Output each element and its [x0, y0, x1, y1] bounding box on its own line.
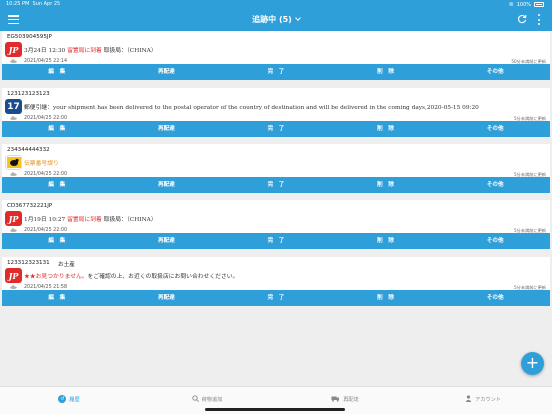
delete-button[interactable]: 削 除: [331, 177, 441, 193]
other-button[interactable]: その他: [440, 64, 550, 80]
page-title: 追跡中 (5): [252, 15, 292, 24]
tracking-number: 123123123123: [7, 91, 50, 97]
battery-percent: 100%: [516, 1, 531, 8]
tab-label: アカウント: [475, 397, 501, 403]
status-text: 1月19日 10:27 留置局に到着 取扱局：（CHINA）: [24, 214, 157, 223]
memo-text: お土産: [58, 262, 75, 268]
tab-label: 荷物追加: [201, 397, 223, 403]
status-main: ★★お見つかりません。: [24, 274, 88, 280]
status-time: 1月19日 10:27: [24, 217, 68, 223]
edit-button[interactable]: 編 集: [2, 290, 112, 306]
cloud-icon: [10, 172, 17, 176]
status-time: 10:25 PM Sun Apr 25: [6, 1, 61, 7]
tab-person[interactable]: アカウント: [414, 387, 552, 414]
tab-label: 再配達: [343, 397, 359, 403]
cloud-icon: [10, 228, 17, 232]
status-main: 留置局に到着: [67, 217, 102, 223]
complete-button[interactable]: 完 了: [221, 290, 331, 306]
other-button[interactable]: その他: [440, 290, 550, 306]
cloud-icon: [10, 116, 17, 120]
edit-button[interactable]: 編 集: [2, 64, 112, 80]
redelivery-button[interactable]: 再配達: [112, 121, 222, 137]
chevron-down-icon: [294, 15, 301, 21]
tracking-number: 123312323131: [7, 260, 50, 266]
status-main: 郵便引継：your shipment has been delivered to…: [24, 105, 479, 111]
tracking-number: CD367732221JP: [7, 203, 53, 209]
japan-post-logo-icon: JP: [5, 268, 22, 283]
yamato-logo-icon: [5, 155, 22, 170]
complete-button[interactable]: 完 了: [221, 177, 331, 193]
redelivery-button[interactable]: 再配達: [112, 64, 222, 80]
status-text: ★★お見つかりません。をご確認の上、お近くの取扱店にお問い合わせください。: [24, 271, 238, 280]
filter-title-dropdown[interactable]: 追跡中 (5): [0, 14, 552, 25]
refresh-icon[interactable]: [517, 14, 527, 24]
delete-button[interactable]: 削 除: [331, 233, 441, 249]
delete-button[interactable]: 削 除: [331, 290, 441, 306]
card-action-bar: 編 集再配達完 了削 除その他: [2, 121, 550, 137]
tracking-card[interactable]: 123123123123 17 郵便引継：your shipment has bee…: [2, 88, 550, 137]
more-vertical-icon[interactable]: [537, 14, 541, 25]
status-extra: をご確認の上、お近くの取扱店にお問い合わせください。: [87, 274, 239, 280]
cloud-icon: [10, 59, 17, 63]
tracking-card[interactable]: 123312323131 お土産 JP ★★お見つかりません。をご確認の上、お近くの取…: [2, 257, 550, 306]
status-time: 3月24日 12:30: [24, 48, 68, 54]
redelivery-button[interactable]: 再配達: [112, 177, 222, 193]
complete-button[interactable]: 完 了: [221, 121, 331, 137]
japan-post-logo-icon: JP: [5, 211, 22, 226]
japan-post-logo-icon: JP: [5, 42, 22, 57]
cloud-icon: [10, 285, 17, 289]
17track-logo-icon: 17: [5, 99, 22, 114]
add-fab-button[interactable]: +: [521, 352, 544, 375]
tracking-number: EG503904595JP: [7, 34, 52, 40]
status-text: 郵便引継：your shipment has been delivered to…: [24, 102, 479, 111]
tracking-number: 234344444332: [7, 147, 50, 153]
status-right: ≋ 100%: [509, 1, 544, 8]
status-text: 3月24日 12:30 留置局に到着 取扱局：（CHINA）: [24, 45, 157, 54]
card-action-bar: 編 集再配達完 了削 除その他: [2, 233, 550, 249]
card-action-bar: 編 集再配達完 了削 除その他: [2, 64, 550, 80]
battery-icon: [534, 2, 544, 7]
delete-button[interactable]: 削 除: [331, 121, 441, 137]
tab-history[interactable]: ↺ 履歴: [0, 387, 138, 414]
tab-label: 履歴: [69, 397, 80, 403]
search-icon: [191, 395, 199, 405]
status-extra: 取扱局：（CHINA）: [101, 217, 157, 223]
edit-button[interactable]: 編 集: [2, 121, 112, 137]
status-main: 伝票番号誤り: [24, 161, 59, 167]
status-bar: 10:25 PM Sun Apr 25 ≋ 100%: [0, 0, 552, 9]
status-text: 伝票番号誤り: [24, 158, 59, 167]
other-button[interactable]: その他: [440, 121, 550, 137]
status-main: 留置局に到着: [67, 48, 102, 54]
edit-button[interactable]: 編 集: [2, 233, 112, 249]
wifi-icon: ≋: [508, 1, 514, 8]
status-extra: 取扱局：（CHINA）: [101, 48, 157, 54]
nav-bar: 追跡中 (5): [0, 9, 552, 31]
delete-button[interactable]: 削 除: [331, 64, 441, 80]
tracking-card[interactable]: CD367732221JP JP 1月19日 10:27 留置局に到着 取扱局：（C…: [2, 200, 550, 249]
other-button[interactable]: その他: [440, 233, 550, 249]
history-icon: ↺: [58, 395, 67, 403]
home-indicator: [205, 408, 345, 411]
truck-icon: [331, 396, 340, 405]
complete-button[interactable]: 完 了: [221, 64, 331, 80]
redelivery-button[interactable]: 再配達: [112, 233, 222, 249]
tracking-card[interactable]: EG503904595JP JP 3月24日 12:30 留置局に到着 取扱局：（C…: [2, 31, 550, 80]
complete-button[interactable]: 完 了: [221, 233, 331, 249]
card-action-bar: 編 集再配達完 了削 除その他: [2, 177, 550, 193]
tracking-card[interactable]: 234344444332 伝票番号誤り 2021/04/25 22:00 5分未満前に…: [2, 144, 550, 193]
edit-button[interactable]: 編 集: [2, 177, 112, 193]
redelivery-button[interactable]: 再配達: [112, 290, 222, 306]
card-action-bar: 編 集再配達完 了削 除その他: [2, 290, 550, 306]
other-button[interactable]: その他: [440, 177, 550, 193]
person-icon: [465, 395, 472, 405]
